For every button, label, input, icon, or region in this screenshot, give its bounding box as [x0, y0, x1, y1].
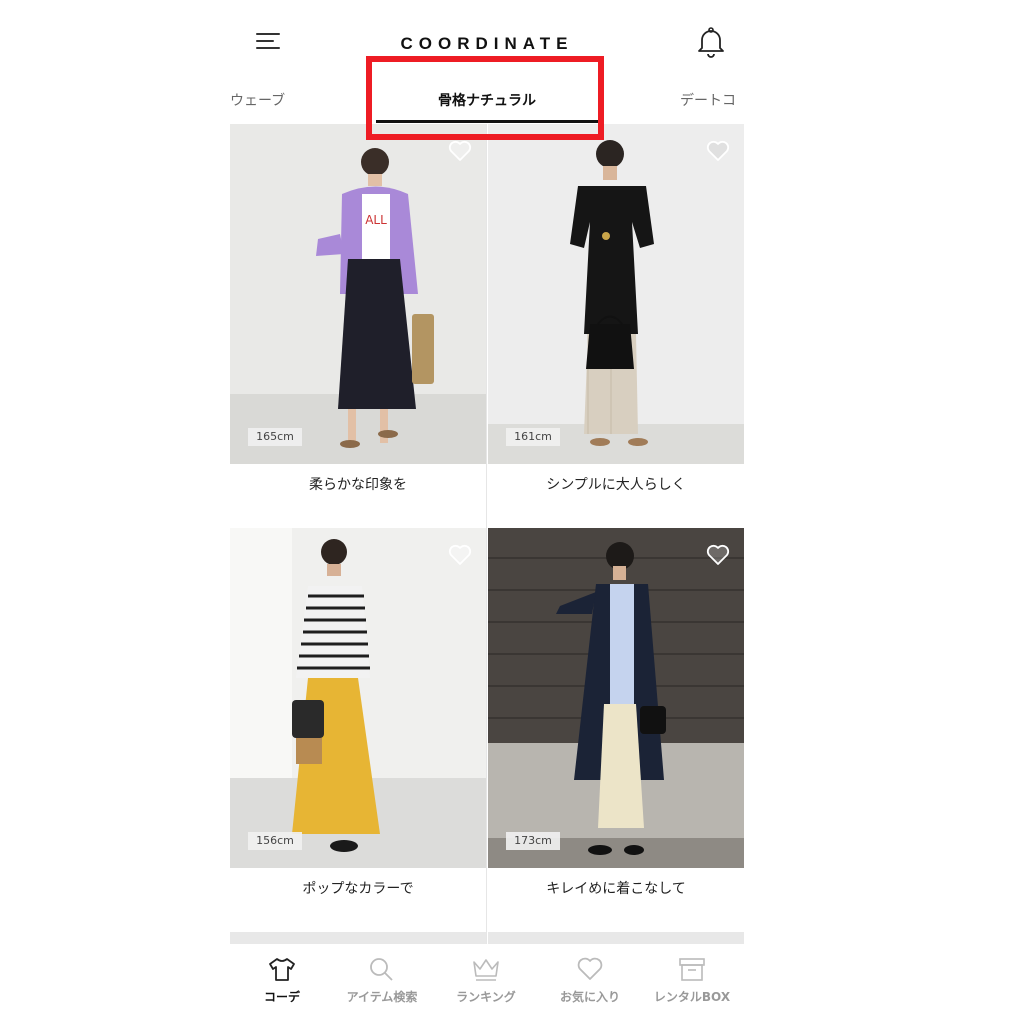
nav-label: レンタルBOX: [653, 990, 731, 1004]
app-title: COORDINATE: [400, 34, 574, 53]
favorite-heart-icon[interactable]: [448, 544, 472, 566]
nav-label: お気に入り: [559, 990, 620, 1004]
svg-text:ALL: ALL: [365, 213, 387, 227]
nav-item-rental-box[interactable]: レンタルBOX: [642, 956, 742, 1005]
grid-divider: [486, 124, 487, 944]
favorite-heart-icon[interactable]: [448, 140, 472, 162]
nav-coordinate[interactable]: コーデ: [232, 956, 332, 1005]
favorite-heart-icon[interactable]: [706, 140, 730, 162]
box-icon: [679, 958, 705, 981]
card-caption[interactable]: シンプルに大人らしく: [488, 474, 744, 494]
nav-label: コーデ: [263, 990, 300, 1004]
favorite-heart-icon[interactable]: [706, 544, 730, 566]
height-badge: 156cm: [248, 832, 302, 850]
bottom-navigation: コーデ アイテム検索 ランキング お気に入り レンタルBOX: [230, 944, 744, 1024]
tshirt-icon: [269, 958, 295, 981]
card-caption[interactable]: ポップなカラーで: [230, 878, 486, 898]
outfit-photo[interactable]: [488, 528, 744, 868]
outfit-photo[interactable]: [230, 528, 486, 868]
height-badge: 173cm: [506, 832, 560, 850]
nav-item-ranking[interactable]: ランキング: [436, 956, 536, 1005]
crown-icon: [473, 959, 499, 981]
outfit-photo[interactable]: ALL: [230, 124, 486, 464]
card-caption[interactable]: 柔らかな印象を: [230, 474, 486, 494]
app-screen: COORDINATE ウェーブ 骨格ナチュラル デートコ ALL 165cm 柔…: [230, 0, 744, 1024]
highlight-annotation: [366, 56, 604, 140]
outfit-photo[interactable]: [488, 124, 744, 464]
nav-label: アイテム検索: [346, 990, 418, 1004]
tab-date[interactable]: デートコ: [680, 90, 736, 110]
nav-label: ランキング: [456, 990, 516, 1004]
next-card-peek: [230, 932, 486, 944]
search-icon: [370, 958, 393, 981]
card-caption[interactable]: キレイめに着こなして: [488, 878, 744, 898]
bell-icon[interactable]: [696, 26, 726, 58]
next-card-peek: [488, 932, 744, 944]
height-badge: 161cm: [506, 428, 560, 446]
nav-item-search[interactable]: アイテム検索: [332, 956, 432, 1005]
nav-item-favorites[interactable]: お気に入り: [540, 956, 640, 1005]
heart-icon: [577, 957, 603, 980]
height-badge: 165cm: [248, 428, 302, 446]
